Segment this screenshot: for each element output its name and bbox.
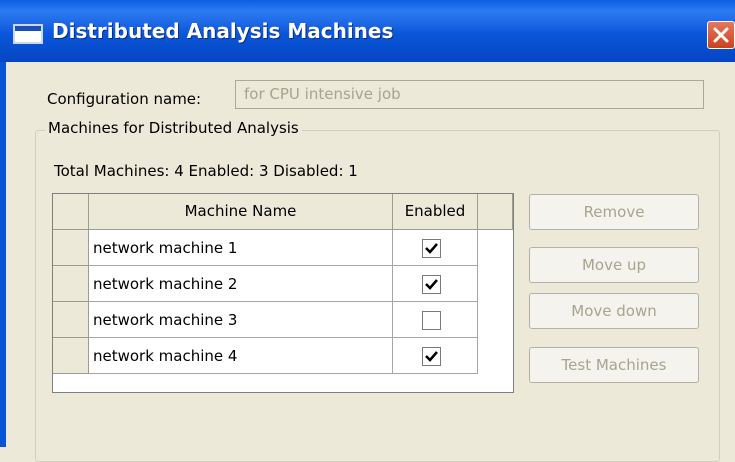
enabled-checkbox[interactable] — [422, 239, 441, 258]
check-icon — [425, 351, 438, 362]
config-name-field[interactable]: for CPU intensive job — [235, 80, 704, 109]
check-icon — [425, 279, 438, 290]
enabled-cell[interactable] — [393, 266, 478, 302]
move-up-button[interactable]: Move up — [529, 247, 699, 283]
window-icon — [13, 24, 43, 44]
machine-name-cell[interactable]: network machine 1 — [89, 230, 393, 266]
test-machines-button[interactable]: Test Machines — [529, 347, 699, 383]
dialog-window: Distributed Analysis Machines Configurat… — [0, 0, 735, 462]
row-header[interactable] — [53, 302, 89, 338]
machine-name-cell[interactable]: network machine 4 — [89, 338, 393, 374]
title-bar: Distributed Analysis Machines — [0, 0, 735, 62]
grid-header-filler — [478, 194, 513, 230]
enabled-cell[interactable] — [393, 338, 478, 374]
machine-name-cell[interactable]: network machine 2 — [89, 266, 393, 302]
column-header-enabled[interactable]: Enabled — [393, 194, 478, 230]
machines-totals: Total Machines: 4 Enabled: 3 Disabled: 1 — [54, 162, 358, 180]
check-icon — [425, 243, 438, 254]
enabled-cell[interactable] — [393, 302, 478, 338]
row-header[interactable] — [53, 338, 89, 374]
close-icon — [713, 27, 729, 43]
column-header-machine-name[interactable]: Machine Name — [89, 194, 393, 230]
grid-corner-header[interactable] — [53, 194, 89, 230]
row-header[interactable] — [53, 230, 89, 266]
machines-group-legend: Machines for Distributed Analysis — [45, 119, 302, 137]
row-header[interactable] — [53, 266, 89, 302]
enabled-checkbox[interactable] — [422, 275, 441, 294]
config-name-label: Configuration name: — [47, 90, 202, 108]
enabled-checkbox[interactable] — [422, 347, 441, 366]
remove-button[interactable]: Remove — [529, 194, 699, 230]
machines-grid[interactable]: Machine Name Enabled network machine 1 n… — [52, 193, 514, 393]
move-down-button[interactable]: Move down — [529, 293, 699, 329]
window-title: Distributed Analysis Machines — [52, 19, 394, 43]
machine-name-cell[interactable]: network machine 3 — [89, 302, 393, 338]
enabled-checkbox[interactable] — [422, 311, 441, 330]
enabled-cell[interactable] — [393, 230, 478, 266]
close-button[interactable] — [707, 21, 735, 49]
